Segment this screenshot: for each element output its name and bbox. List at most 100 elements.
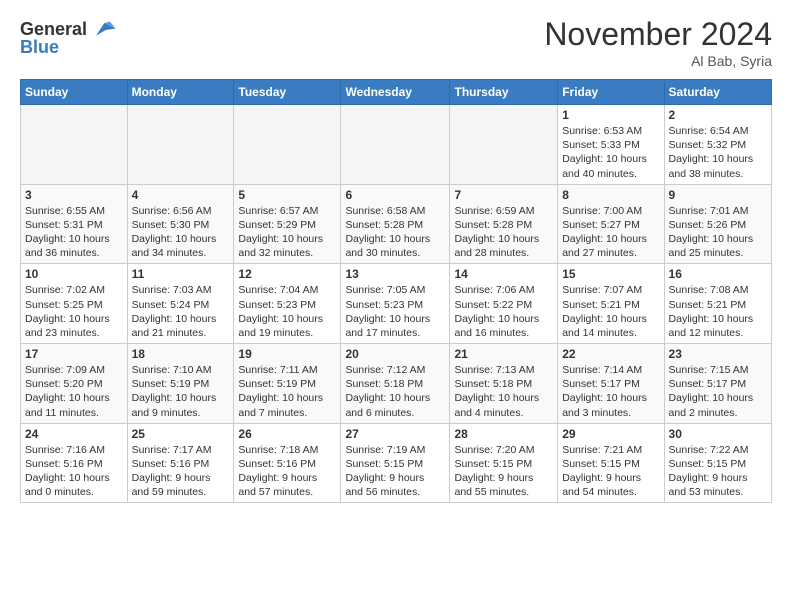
- day-info: Sunrise: 7:02 AM Sunset: 5:25 PM Dayligh…: [25, 283, 123, 340]
- weekday-header-thursday: Thursday: [450, 80, 558, 105]
- weekday-header-wednesday: Wednesday: [341, 80, 450, 105]
- calendar-cell: [127, 105, 234, 185]
- weekday-header-saturday: Saturday: [664, 80, 771, 105]
- day-info: Sunrise: 7:07 AM Sunset: 5:21 PM Dayligh…: [562, 283, 659, 340]
- day-info: Sunrise: 7:17 AM Sunset: 5:16 PM Dayligh…: [132, 443, 230, 500]
- day-info: Sunrise: 7:19 AM Sunset: 5:15 PM Dayligh…: [345, 443, 445, 500]
- calendar-cell: 7 Sunrise: 6:59 AM Sunset: 5:28 PM Daylig…: [450, 184, 558, 264]
- calendar-cell: 29 Sunrise: 7:21 AM Sunset: 5:15 PM Dayli…: [558, 423, 664, 503]
- day-info: Sunrise: 7:03 AM Sunset: 5:24 PM Dayligh…: [132, 283, 230, 340]
- day-info: Sunrise: 7:15 AM Sunset: 5:17 PM Dayligh…: [669, 363, 767, 420]
- day-number: 26: [238, 427, 336, 441]
- day-info: Sunrise: 6:54 AM Sunset: 5:32 PM Dayligh…: [669, 124, 767, 181]
- calendar-cell: 4 Sunrise: 6:56 AM Sunset: 5:30 PM Daylig…: [127, 184, 234, 264]
- calendar-cell: 24Sunrise: 7:16 AM Sunset: 5:16 PM Dayli…: [21, 423, 128, 503]
- calendar-cell: 27 Sunrise: 7:19 AM Sunset: 5:15 PM Dayli…: [341, 423, 450, 503]
- day-info: Sunrise: 7:00 AM Sunset: 5:27 PM Dayligh…: [562, 204, 659, 261]
- calendar-cell: 9 Sunrise: 7:01 AM Sunset: 5:26 PM Daylig…: [664, 184, 771, 264]
- day-number: 21: [454, 347, 553, 361]
- day-number: 17: [25, 347, 123, 361]
- day-number: 13: [345, 267, 445, 281]
- day-number: 6: [345, 188, 445, 202]
- calendar-cell: 26 Sunrise: 7:18 AM Sunset: 5:16 PM Dayli…: [234, 423, 341, 503]
- day-info: Sunrise: 7:21 AM Sunset: 5:15 PM Dayligh…: [562, 443, 659, 500]
- calendar-cell: 15 Sunrise: 7:07 AM Sunset: 5:21 PM Dayli…: [558, 264, 664, 344]
- calendar-week-1: 1Sunrise: 6:53 AM Sunset: 5:33 PM Daylig…: [21, 105, 772, 185]
- day-info: Sunrise: 7:10 AM Sunset: 5:19 PM Dayligh…: [132, 363, 230, 420]
- day-number: 14: [454, 267, 553, 281]
- calendar-cell: 3 Sunrise: 6:55 AM Sunset: 5:31 PM Daylig…: [21, 184, 128, 264]
- day-info: Sunrise: 6:55 AM Sunset: 5:31 PM Dayligh…: [25, 204, 123, 261]
- day-number: 18: [132, 347, 230, 361]
- day-info: Sunrise: 7:01 AM Sunset: 5:26 PM Dayligh…: [669, 204, 767, 261]
- day-number: 28: [454, 427, 553, 441]
- day-number: 23: [669, 347, 767, 361]
- calendar-cell: 25 Sunrise: 7:17 AM Sunset: 5:16 PM Dayli…: [127, 423, 234, 503]
- day-number: 19: [238, 347, 336, 361]
- weekday-header-sunday: Sunday: [21, 80, 128, 105]
- weekday-header-tuesday: Tuesday: [234, 80, 341, 105]
- day-info: Sunrise: 7:05 AM Sunset: 5:23 PM Dayligh…: [345, 283, 445, 340]
- calendar-cell: 21 Sunrise: 7:13 AM Sunset: 5:18 PM Dayli…: [450, 344, 558, 424]
- day-info: Sunrise: 7:22 AM Sunset: 5:15 PM Dayligh…: [669, 443, 767, 500]
- day-info: Sunrise: 6:56 AM Sunset: 5:30 PM Dayligh…: [132, 204, 230, 261]
- calendar-cell: 16 Sunrise: 7:08 AM Sunset: 5:21 PM Dayli…: [664, 264, 771, 344]
- day-number: 25: [132, 427, 230, 441]
- day-number: 12: [238, 267, 336, 281]
- calendar-cell: [341, 105, 450, 185]
- calendar-cell: 13 Sunrise: 7:05 AM Sunset: 5:23 PM Dayli…: [341, 264, 450, 344]
- day-number: 30: [669, 427, 767, 441]
- calendar-cell: 23 Sunrise: 7:15 AM Sunset: 5:17 PM Dayli…: [664, 344, 771, 424]
- day-number: 16: [669, 267, 767, 281]
- calendar-cell: 6 Sunrise: 6:58 AM Sunset: 5:28 PM Daylig…: [341, 184, 450, 264]
- page: General Blue November 2024 Al Bab, Syria…: [0, 0, 792, 519]
- day-number: 7: [454, 188, 553, 202]
- calendar-cell: 30 Sunrise: 7:22 AM Sunset: 5:15 PM Dayli…: [664, 423, 771, 503]
- month-title: November 2024: [544, 16, 772, 53]
- calendar-cell: 20Sunrise: 7:12 AM Sunset: 5:18 PM Dayli…: [341, 344, 450, 424]
- day-number: 27: [345, 427, 445, 441]
- day-number: 4: [132, 188, 230, 202]
- calendar-cell: 2 Sunrise: 6:54 AM Sunset: 5:32 PM Daylig…: [664, 105, 771, 185]
- day-info: Sunrise: 6:59 AM Sunset: 5:28 PM Dayligh…: [454, 204, 553, 261]
- day-number: 2: [669, 108, 767, 122]
- calendar-cell: 12 Sunrise: 7:04 AM Sunset: 5:23 PM Dayli…: [234, 264, 341, 344]
- calendar-cell: [234, 105, 341, 185]
- day-number: 20: [345, 347, 445, 361]
- calendar-cell: [21, 105, 128, 185]
- day-info: Sunrise: 7:09 AM Sunset: 5:20 PM Dayligh…: [25, 363, 123, 420]
- logo-blue: Blue: [20, 38, 59, 58]
- day-number: 24: [25, 427, 123, 441]
- day-info: Sunrise: 7:13 AM Sunset: 5:18 PM Dayligh…: [454, 363, 553, 420]
- day-info: Sunrise: 7:06 AM Sunset: 5:22 PM Dayligh…: [454, 283, 553, 340]
- calendar-week-5: 24Sunrise: 7:16 AM Sunset: 5:16 PM Dayli…: [21, 423, 772, 503]
- title-block: November 2024 Al Bab, Syria: [544, 16, 772, 69]
- calendar-cell: 1Sunrise: 6:53 AM Sunset: 5:33 PM Daylig…: [558, 105, 664, 185]
- day-number: 29: [562, 427, 659, 441]
- calendar-cell: 17 Sunrise: 7:09 AM Sunset: 5:20 PM Dayli…: [21, 344, 128, 424]
- day-number: 11: [132, 267, 230, 281]
- calendar-cell: 5Sunrise: 6:57 AM Sunset: 5:29 PM Daylig…: [234, 184, 341, 264]
- calendar-cell: 22Sunrise: 7:14 AM Sunset: 5:17 PM Dayli…: [558, 344, 664, 424]
- day-number: 10: [25, 267, 123, 281]
- header: General Blue November 2024 Al Bab, Syria: [20, 16, 772, 69]
- day-number: 15: [562, 267, 659, 281]
- calendar-week-3: 10 Sunrise: 7:02 AM Sunset: 5:25 PM Dayli…: [21, 264, 772, 344]
- calendar-cell: [450, 105, 558, 185]
- day-info: Sunrise: 7:08 AM Sunset: 5:21 PM Dayligh…: [669, 283, 767, 340]
- calendar-cell: 14 Sunrise: 7:06 AM Sunset: 5:22 PM Dayli…: [450, 264, 558, 344]
- day-number: 3: [25, 188, 123, 202]
- day-number: 5: [238, 188, 336, 202]
- day-info: Sunrise: 7:04 AM Sunset: 5:23 PM Dayligh…: [238, 283, 336, 340]
- calendar-cell: 11 Sunrise: 7:03 AM Sunset: 5:24 PM Dayli…: [127, 264, 234, 344]
- day-info: Sunrise: 6:58 AM Sunset: 5:28 PM Dayligh…: [345, 204, 445, 261]
- day-number: 9: [669, 188, 767, 202]
- location-subtitle: Al Bab, Syria: [544, 53, 772, 69]
- weekday-header-friday: Friday: [558, 80, 664, 105]
- day-info: Sunrise: 7:18 AM Sunset: 5:16 PM Dayligh…: [238, 443, 336, 500]
- day-info: Sunrise: 7:11 AM Sunset: 5:19 PM Dayligh…: [238, 363, 336, 420]
- day-info: Sunrise: 7:14 AM Sunset: 5:17 PM Dayligh…: [562, 363, 659, 420]
- calendar-cell: 18 Sunrise: 7:10 AM Sunset: 5:19 PM Dayli…: [127, 344, 234, 424]
- calendar-table: SundayMondayTuesdayWednesdayThursdayFrid…: [20, 79, 772, 503]
- calendar-cell: 8Sunrise: 7:00 AM Sunset: 5:27 PM Daylig…: [558, 184, 664, 264]
